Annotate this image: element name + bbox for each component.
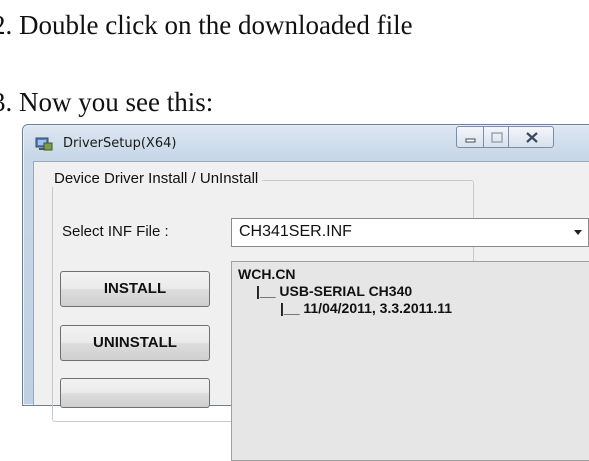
maximize-icon (491, 132, 503, 143)
uninstall-button[interactable]: UNINSTALL (60, 325, 210, 361)
close-button[interactable] (508, 126, 554, 148)
info-line-vendor: WCH.CN (238, 266, 296, 282)
close-icon (526, 132, 538, 143)
instruction-step-3: 3. Now you see this: (0, 87, 214, 117)
inf-file-value: CH341SER.INF (239, 223, 352, 240)
help-button[interactable] (60, 378, 210, 408)
info-line-version: |__ 11/04/2011, 3.3.2011.11 (280, 300, 453, 316)
inf-file-select[interactable]: CH341SER.INF (231, 218, 589, 247)
group-label: Device Driver Install / UnInstall (50, 170, 263, 187)
driver-info-panel: WCH.CN |__ USB-SERIAL CH340 |__ 11/04/20… (231, 261, 589, 461)
title-bar[interactable]: DriverSetup(X64) (23, 125, 589, 161)
minimize-icon (465, 138, 476, 143)
client-area: Device Driver Install / UnInstall Select… (33, 161, 589, 461)
maximize-button[interactable] (483, 126, 509, 148)
inf-file-label: Select INF File : (62, 223, 169, 240)
minimize-button[interactable] (456, 126, 484, 148)
info-line-device: |__ USB-SERIAL CH340 (256, 283, 413, 299)
chevron-down-icon[interactable] (574, 230, 582, 235)
install-button[interactable]: INSTALL (60, 271, 210, 307)
instruction-step-2: 2. Double click on the downloaded file (0, 10, 413, 40)
driver-setup-icon (35, 135, 53, 151)
driver-setup-window: DriverSetup(X64) Device Driver Install /… (22, 124, 589, 461)
window-title: DriverSetup(X64) (63, 136, 177, 151)
